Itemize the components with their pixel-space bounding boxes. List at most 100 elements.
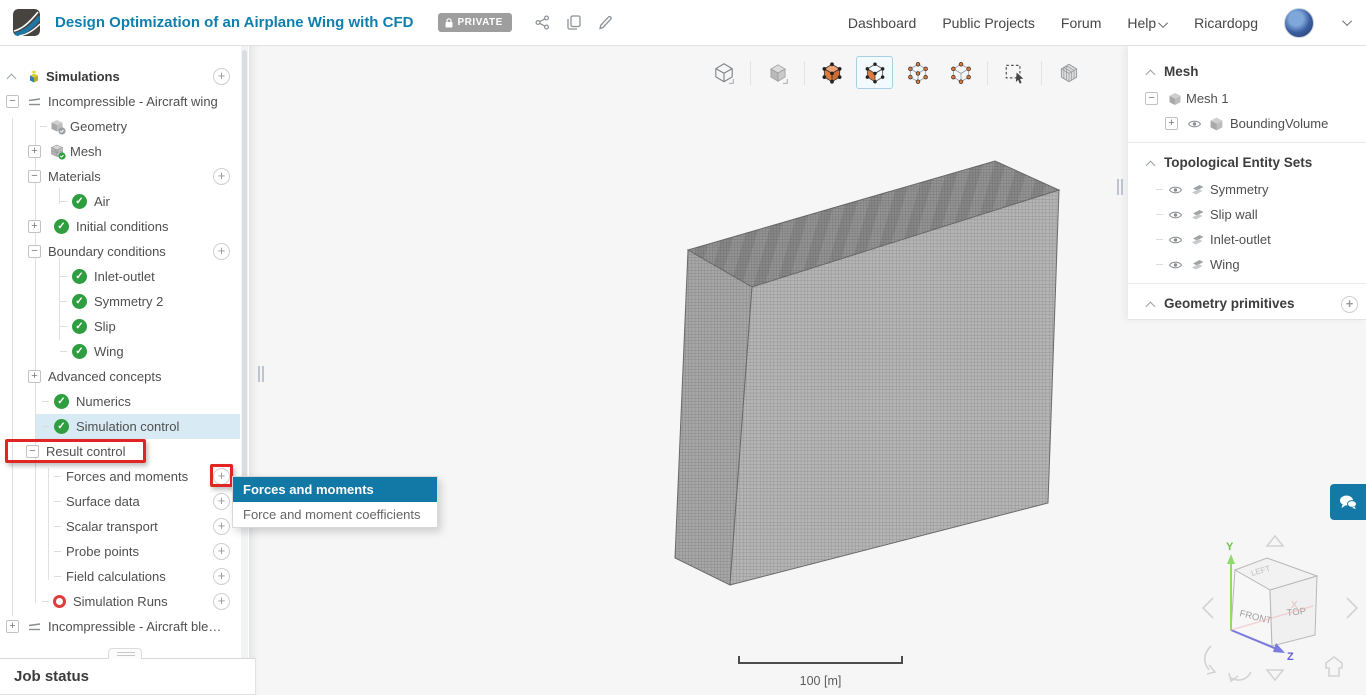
tree-item-surface-data[interactable]: Surface data bbox=[0, 489, 249, 514]
edit-pencil-icon[interactable] bbox=[598, 15, 612, 30]
scene-item-symmetry[interactable]: Symmetry bbox=[1128, 177, 1366, 202]
copy-icon[interactable] bbox=[567, 15, 581, 30]
rotate-down-arrow bbox=[1265, 669, 1285, 682]
account-chevron-down-icon[interactable] bbox=[1342, 16, 1353, 27]
tree-stub bbox=[1156, 214, 1163, 215]
scene-item-boundingvolume[interactable]: BoundingVolume bbox=[1128, 111, 1366, 136]
right-panel-resize-handle[interactable] bbox=[1116, 179, 1124, 195]
tree-item-simulation-runs[interactable]: Simulation Runs bbox=[0, 589, 249, 614]
collapse-chevron-icon[interactable] bbox=[1146, 159, 1155, 168]
nav-help[interactable]: Help bbox=[1127, 15, 1169, 31]
annotation-box-add-button bbox=[210, 464, 233, 487]
chat-support-button[interactable] bbox=[1330, 484, 1366, 520]
avatar[interactable] bbox=[1284, 7, 1314, 38]
tree-item-wing[interactable]: Wing bbox=[0, 339, 249, 364]
add-geometry-primitive-button[interactable] bbox=[1341, 296, 1358, 313]
collapse-chevron-icon[interactable] bbox=[7, 72, 16, 81]
expander-icon[interactable] bbox=[6, 95, 19, 108]
tree-item-label: Field calculations bbox=[66, 569, 166, 584]
expander-icon[interactable] bbox=[1165, 117, 1178, 130]
expander-icon[interactable] bbox=[1145, 92, 1158, 105]
add-scalar-transport-button[interactable] bbox=[213, 518, 230, 535]
job-status-panel[interactable]: Job status bbox=[0, 658, 256, 695]
tree-item-numerics[interactable]: Numerics bbox=[0, 389, 249, 414]
collapse-chevron-icon[interactable] bbox=[1146, 300, 1155, 309]
tree-item-initial-conditions[interactable]: Initial conditions bbox=[0, 214, 249, 239]
tree-item-materials[interactable]: Materials bbox=[0, 164, 249, 189]
add-simulation-button[interactable] bbox=[213, 68, 230, 85]
tree-item-symmetry-2[interactable]: Symmetry 2 bbox=[0, 289, 249, 314]
tree-item-geometry[interactable]: Geometry bbox=[0, 114, 249, 139]
tree-item-advanced-concepts[interactable]: Advanced concepts bbox=[0, 364, 249, 389]
section-header-label: Mesh bbox=[1164, 64, 1199, 79]
tree-stub bbox=[54, 576, 61, 577]
tree-item-mesh[interactable]: Mesh bbox=[0, 139, 249, 164]
run-status-icon bbox=[53, 595, 66, 608]
menu-item-force-and-moment-coefficients[interactable]: Force and moment coefficients bbox=[233, 502, 437, 527]
expander-icon[interactable] bbox=[28, 370, 41, 383]
section-header-mesh[interactable]: Mesh bbox=[1128, 58, 1366, 86]
share-icon[interactable] bbox=[535, 15, 550, 30]
tree-stub bbox=[42, 601, 49, 602]
add-field-calculation-button[interactable] bbox=[213, 568, 230, 585]
menu-item-forces-and-moments[interactable]: Forces and moments bbox=[233, 477, 437, 502]
expander-icon[interactable] bbox=[6, 620, 19, 633]
navigation-cube[interactable]: LEFT FRONT TOP Y Z X bbox=[1195, 528, 1365, 693]
nav-dashboard[interactable]: Dashboard bbox=[848, 15, 917, 31]
face-set-icon bbox=[1190, 258, 1205, 271]
tree-item-simulations[interactable]: Simulations bbox=[0, 64, 249, 89]
tree-item-label: Air bbox=[94, 194, 110, 209]
nav-username[interactable]: Ricardopg bbox=[1194, 15, 1258, 31]
nav-forum[interactable]: Forum bbox=[1061, 15, 1101, 31]
tree-item-boundary-conditions[interactable]: Boundary conditions bbox=[0, 239, 249, 264]
add-surface-data-button[interactable] bbox=[213, 493, 230, 510]
tree-scrollbar[interactable] bbox=[241, 46, 248, 658]
context-menu: Forces and moments Force and moment coef… bbox=[232, 476, 438, 528]
panel-drag-handle[interactable] bbox=[108, 648, 142, 659]
expander-icon[interactable] bbox=[28, 245, 41, 258]
visibility-eye-icon[interactable] bbox=[1187, 118, 1202, 129]
left-panel-resize-handle[interactable] bbox=[257, 366, 265, 382]
check-status-icon bbox=[54, 219, 69, 234]
section-header-topological-entity-sets[interactable]: Topological Entity Sets bbox=[1128, 149, 1366, 177]
tree-item-scalar-transport[interactable]: Scalar transport bbox=[0, 514, 249, 539]
add-probe-points-button[interactable] bbox=[213, 543, 230, 560]
visibility-eye-icon[interactable] bbox=[1168, 209, 1183, 220]
scene-item-mesh-1[interactable]: Mesh 1 bbox=[1128, 86, 1366, 111]
tree-item-inlet-outlet[interactable]: Inlet-outlet bbox=[0, 264, 249, 289]
nav-public-projects[interactable]: Public Projects bbox=[942, 15, 1035, 31]
chevron-down-icon bbox=[1158, 17, 1169, 28]
face-set-icon bbox=[1190, 208, 1205, 221]
visibility-eye-icon[interactable] bbox=[1168, 234, 1183, 245]
job-status-title: Job status bbox=[14, 668, 90, 685]
scene-item-inlet-outlet[interactable]: Inlet-outlet bbox=[1128, 227, 1366, 252]
tree-item-incompressible-blend[interactable]: Incompressible - Aircraft blen... bbox=[0, 614, 249, 639]
tree-item-incompressible-wing[interactable]: Incompressible - Aircraft wing bbox=[0, 89, 249, 114]
simscale-logo[interactable] bbox=[13, 9, 40, 36]
scrollbar-thumb[interactable] bbox=[242, 50, 247, 480]
scene-item-wing[interactable]: Wing bbox=[1128, 252, 1366, 277]
visibility-eye-icon[interactable] bbox=[1168, 184, 1183, 195]
section-divider bbox=[1128, 283, 1366, 284]
tree-item-probe-points[interactable]: Probe points bbox=[0, 539, 249, 564]
privacy-badge: PRIVATE bbox=[438, 13, 512, 32]
expander-icon[interactable] bbox=[28, 145, 41, 158]
tree-item-label: Symmetry 2 bbox=[94, 294, 164, 309]
project-title[interactable]: Design Optimization of an Airplane Wing … bbox=[55, 14, 413, 31]
tree-item-slip[interactable]: Slip bbox=[0, 314, 249, 339]
expander-icon[interactable] bbox=[28, 170, 41, 183]
roll-ccw-arrow bbox=[1203, 645, 1217, 675]
expander-icon[interactable] bbox=[28, 220, 41, 233]
add-boundary-condition-button[interactable] bbox=[213, 243, 230, 260]
tree-stub bbox=[42, 401, 49, 402]
collapse-chevron-icon[interactable] bbox=[1146, 68, 1155, 77]
visibility-eye-icon[interactable] bbox=[1168, 259, 1183, 270]
section-header-geometry-primitives[interactable]: Geometry primitives bbox=[1128, 290, 1366, 318]
tree-item-label: Numerics bbox=[76, 394, 131, 409]
tree-item-air[interactable]: Air bbox=[0, 189, 249, 214]
add-simulation-run-button[interactable] bbox=[213, 593, 230, 610]
add-material-button[interactable] bbox=[213, 168, 230, 185]
tree-item-field-calculations[interactable]: Field calculations bbox=[0, 564, 249, 589]
scene-item-slip-wall[interactable]: Slip wall bbox=[1128, 202, 1366, 227]
tree-item-simulation-control[interactable]: Simulation control bbox=[0, 414, 249, 439]
